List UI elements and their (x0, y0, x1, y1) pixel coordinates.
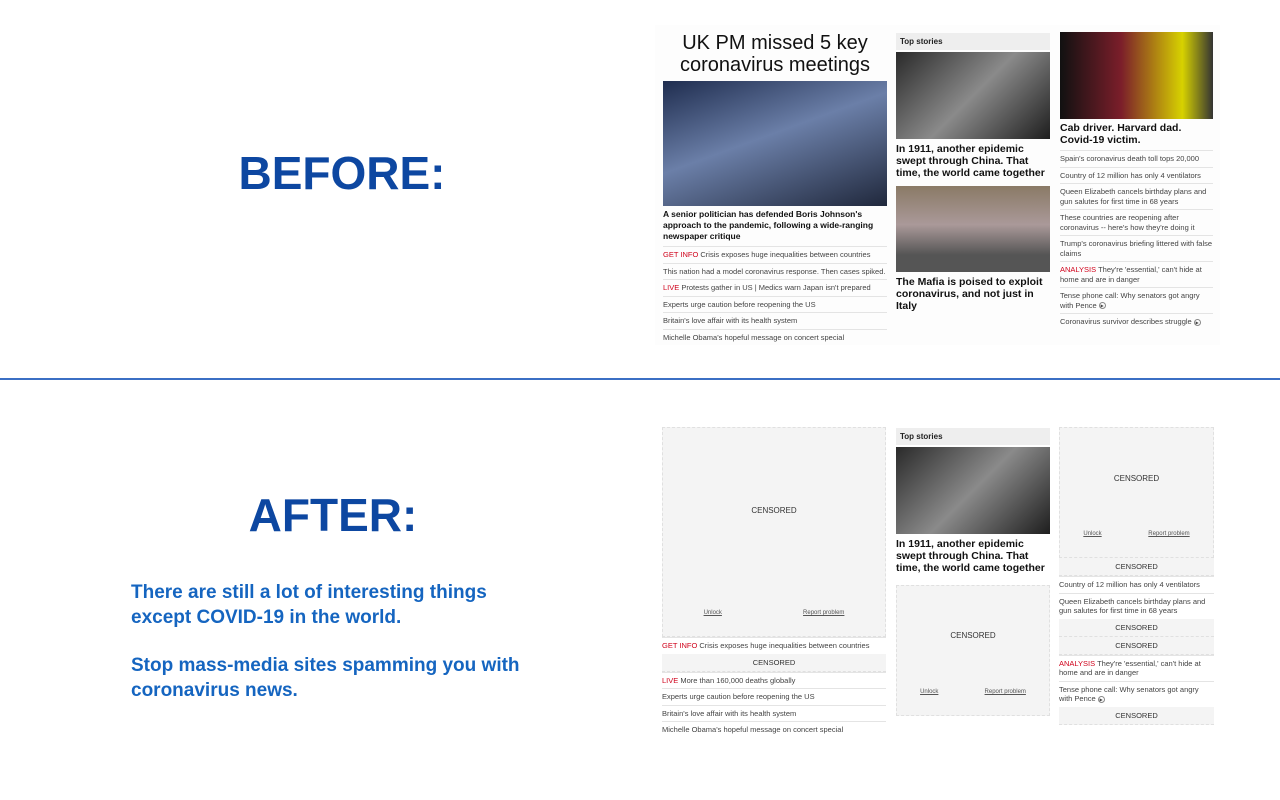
headline-link[interactable]: LIVE Protests gather in US | Medics warn… (663, 279, 887, 296)
story-headline[interactable]: In 1911, another epidemic swept through … (896, 538, 1050, 585)
headline-text: Trump's coronavirus briefing littered wi… (1060, 239, 1213, 258)
headline-link[interactable]: ANALYSIS They're 'essential,' can't hide… (1059, 654, 1214, 681)
headline-text: Crisis exposes huge inequalities between… (697, 641, 870, 650)
report-problem-link[interactable]: Report problem (1148, 531, 1189, 537)
tag-label: ANALYSIS (1059, 658, 1096, 668)
headline-link[interactable]: Coronavirus survivor describes struggle ▶ (1060, 313, 1213, 330)
story-headline[interactable]: The Mafia is poised to exploit coronavir… (896, 276, 1050, 312)
top-stories-label: Top stories (896, 428, 1050, 445)
headline-text: Michelle Obama's hopeful message on conc… (662, 725, 844, 734)
promo-text-2: Stop mass-media sites spamming you with … (131, 655, 520, 701)
story-headline[interactable]: Cab driver. Harvard dad. Covid-19 victim… (1060, 122, 1213, 146)
unlock-link[interactable]: Unlock (1083, 531, 1101, 537)
headline-link[interactable]: Country of 12 million has only 4 ventila… (1059, 576, 1214, 593)
before-screenshot: UK PM missed 5 key coronavirus meetings … (655, 25, 1220, 345)
censored-row: CENSORED (662, 653, 886, 672)
headline-text: Experts urge caution before reopening th… (662, 692, 815, 701)
headline-link[interactable]: Michelle Obama's hopeful message on conc… (663, 328, 887, 346)
play-icon: ▶ (1098, 302, 1106, 310)
censored-label: CENSORED (1113, 474, 1160, 483)
headline-link[interactable]: This nation had a model coronavirus resp… (663, 262, 887, 280)
headline-link[interactable]: ANALYSIS They're 'essential,' can't hide… (1060, 261, 1213, 287)
headline-link[interactable]: Tense phone call: Why senators got angry… (1059, 680, 1214, 707)
tag-label: GET INFO (663, 250, 699, 259)
story-photo[interactable] (1060, 32, 1213, 119)
headline-link[interactable]: Michelle Obama's hopeful message on conc… (662, 721, 886, 738)
headline-text: Protests gather in US | Medics warn Japa… (679, 283, 871, 292)
story-photo[interactable] (896, 447, 1050, 534)
censored-row: CENSORED (1059, 618, 1214, 637)
before-label: BEFORE: (238, 147, 446, 199)
tag-label: GET INFO (662, 641, 698, 650)
main-caption[interactable]: A senior politician has defended Boris J… (663, 209, 887, 242)
play-icon: ▶ (1193, 318, 1201, 326)
headline-text: Coronavirus survivor describes struggle (1060, 317, 1192, 326)
unlock-link[interactable]: Unlock (704, 610, 722, 616)
story-photo[interactable] (896, 52, 1050, 139)
headline-link[interactable]: Queen Elizabeth cancels birthday plans a… (1060, 183, 1213, 209)
divider (0, 378, 1280, 380)
censored-label: CENSORED (751, 506, 797, 515)
headline-link[interactable]: Britain's love affair with its health sy… (662, 704, 886, 722)
censored-label: CENSORED (950, 631, 996, 640)
main-headline[interactable]: UK PM missed 5 key coronavirus meetings (663, 32, 887, 76)
headline-text: Queen Elizabeth cancels birthday plans a… (1059, 596, 1206, 616)
censored-row: CENSORED (1059, 558, 1214, 576)
headline-link[interactable]: GET INFO Crisis exposes huge inequalitie… (662, 637, 886, 654)
after-label: AFTER: (248, 489, 418, 541)
headline-link[interactable]: Queen Elizabeth cancels birthday plans a… (1059, 592, 1214, 619)
headline-text: These countries are reopening after coro… (1060, 213, 1195, 232)
headline-link[interactable]: Experts urge caution before reopening th… (662, 688, 886, 705)
promo-text-1: There are still a lot of interesting thi… (131, 582, 487, 628)
tag-label: LIVE (663, 283, 680, 292)
main-photo[interactable] (663, 81, 887, 206)
headline-text: Britain's love affair with its health sy… (662, 708, 797, 718)
headline-text: Experts urge caution before reopening th… (663, 299, 816, 309)
top-stories-label: Top stories (896, 33, 1050, 50)
headline-link[interactable]: Experts urge caution before reopening th… (663, 295, 887, 313)
story-headline[interactable]: In 1911, another epidemic swept through … (896, 143, 1050, 186)
headline-text: Michelle Obama's hopeful message on conc… (663, 332, 845, 342)
tag-label: LIVE (662, 675, 679, 685)
headline-text: Britain's love affair with its health sy… (663, 316, 798, 325)
story-photo[interactable] (896, 186, 1050, 272)
headline-text: Country of 12 million has only 4 ventila… (1059, 580, 1200, 589)
report-problem-link[interactable]: Report problem (803, 610, 844, 616)
after-screenshot: CENSORED Unlock Report problem GET INFO C… (655, 425, 1220, 745)
headline-link[interactable]: LIVE More than 160,000 deaths globally (662, 671, 886, 689)
censored-block: CENSORED Unlock Report problem (662, 427, 886, 637)
censored-row: CENSORED (1059, 706, 1214, 725)
headline-link[interactable]: Tense phone call: Why senators got angry… (1060, 287, 1213, 313)
play-icon: ▶ (1097, 695, 1105, 703)
headline-link[interactable]: These countries are reopening after coro… (1060, 209, 1213, 235)
headline-link[interactable]: Spain's coronavirus death toll tops 20,0… (1060, 150, 1213, 167)
unlock-link[interactable]: Unlock (920, 689, 938, 695)
censored-block: CENSORED Unlock Report problem (1059, 427, 1214, 558)
headline-text: This nation had a model coronavirus resp… (663, 266, 886, 276)
headline-text: Spain's coronavirus death toll tops 20,0… (1060, 154, 1200, 163)
tag-label: ANALYSIS (1060, 265, 1097, 274)
headline-link[interactable]: Country of 12 million has only 4 ventila… (1060, 166, 1213, 184)
headline-text: Country of 12 million has only 4 ventila… (1060, 170, 1201, 180)
headline-text: Crisis exposes huge inequalities between… (698, 250, 871, 259)
headline-text: Queen Elizabeth cancels birthday plans a… (1060, 187, 1207, 206)
headline-link[interactable]: Britain's love affair with its health sy… (663, 312, 887, 329)
censored-block: CENSORED Unlock Report problem (896, 585, 1050, 716)
headline-text: More than 160,000 deaths globally (678, 675, 796, 685)
censored-row: CENSORED (1059, 636, 1214, 655)
report-problem-link[interactable]: Report problem (985, 689, 1026, 695)
headline-link[interactable]: GET INFO Crisis exposes huge inequalitie… (663, 246, 887, 263)
headline-text: Tense phone call: Why senators got angry… (1059, 684, 1199, 704)
headline-text: Tense phone call: Why senators got angry… (1060, 291, 1200, 310)
headline-link[interactable]: Trump's coronavirus briefing littered wi… (1060, 235, 1213, 261)
